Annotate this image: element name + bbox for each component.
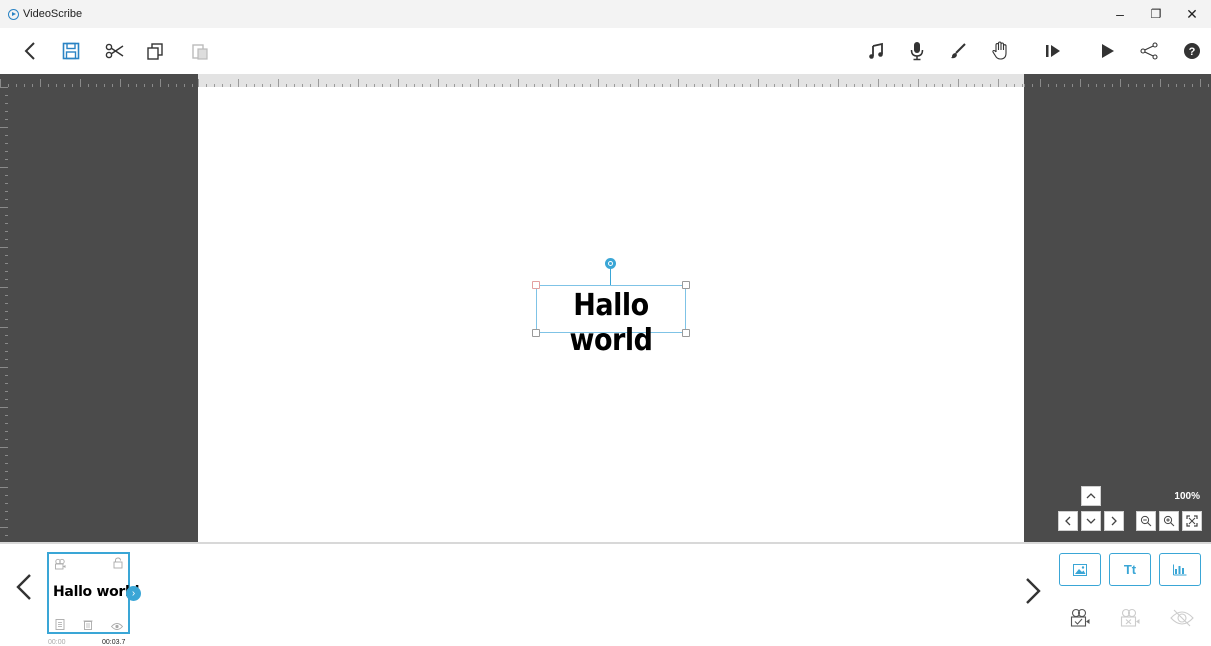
resize-handle-top-left[interactable] (532, 281, 540, 289)
title-bar: VideoScribe – ❐ ✕ (0, 0, 1211, 28)
timeline-prev-icon[interactable] (15, 570, 33, 611)
copy-icon[interactable] (140, 36, 170, 66)
rotation-handle-line (610, 268, 611, 285)
main-toolbar: ? (0, 28, 1211, 74)
pan-left-button[interactable] (1058, 511, 1078, 531)
camera-view-icon[interactable] (1170, 606, 1194, 630)
videoscribe-logo-icon (8, 9, 19, 20)
back-icon[interactable] (15, 36, 45, 66)
pan-up-button[interactable] (1081, 486, 1101, 506)
zoom-in-icon[interactable] (1159, 511, 1179, 531)
scene-thumbnail[interactable]: Hallo world › (47, 552, 141, 636)
lock-icon[interactable] (113, 556, 123, 574)
music-icon[interactable] (862, 36, 892, 66)
close-button[interactable]: ✕ (1174, 2, 1210, 26)
resize-handle-bottom-left[interactable] (532, 329, 540, 337)
camera-icon[interactable] (54, 557, 66, 575)
minimize-button[interactable]: – (1102, 2, 1138, 26)
svg-text:?: ? (1189, 46, 1196, 58)
properties-icon[interactable] (55, 617, 65, 635)
add-text-label: Tt (1123, 562, 1137, 577)
timeline-next-icon[interactable] (1024, 574, 1042, 615)
left-ruler (0, 87, 8, 542)
add-text-button[interactable]: Tt (1109, 553, 1151, 586)
play-icon[interactable] (1092, 36, 1122, 66)
clear-camera-icon[interactable] (1118, 606, 1142, 630)
rotate-icon[interactable] (605, 258, 616, 269)
pan-down-button[interactable] (1081, 511, 1101, 531)
microphone-icon[interactable] (902, 36, 932, 66)
share-icon[interactable] (1134, 36, 1164, 66)
zoom-level: 100% (1174, 491, 1200, 502)
delete-icon[interactable] (83, 617, 93, 635)
timeline-panel: Hallo world › 00:00 00:03.7 Tt (0, 544, 1211, 646)
hand-icon[interactable] (985, 36, 1015, 66)
brush-icon[interactable] (943, 36, 973, 66)
zoom-out-icon[interactable] (1136, 511, 1156, 531)
canvas[interactable]: Hallo world (198, 87, 1024, 542)
canvas-ruler (198, 74, 1024, 87)
paste-icon[interactable] (185, 36, 215, 66)
set-camera-icon[interactable] (1068, 606, 1092, 630)
resize-handle-top-right[interactable] (682, 281, 690, 289)
restore-button[interactable]: ❐ (1138, 2, 1174, 26)
play-from-icon[interactable] (1038, 36, 1068, 66)
pan-right-button[interactable] (1104, 511, 1124, 531)
canvas-text-element[interactable]: Hallo world (536, 288, 686, 357)
window-title: VideoScribe (23, 8, 83, 20)
save-icon[interactable] (56, 36, 86, 66)
eye-icon[interactable] (110, 618, 124, 636)
thumbnail-start-time: 00:00 (48, 639, 66, 646)
resize-handle-bottom-right[interactable] (682, 329, 690, 337)
cut-icon[interactable] (100, 36, 130, 66)
add-image-button[interactable] (1059, 553, 1101, 586)
thumbnail-next-icon[interactable]: › (126, 586, 141, 601)
thumbnail-end-time: 00:03.7 (102, 639, 126, 646)
stage-area: Hallo world 100% (0, 74, 1211, 542)
fit-to-screen-icon[interactable] (1182, 511, 1202, 531)
help-icon[interactable]: ? (1177, 36, 1207, 66)
add-chart-button[interactable] (1159, 553, 1201, 586)
